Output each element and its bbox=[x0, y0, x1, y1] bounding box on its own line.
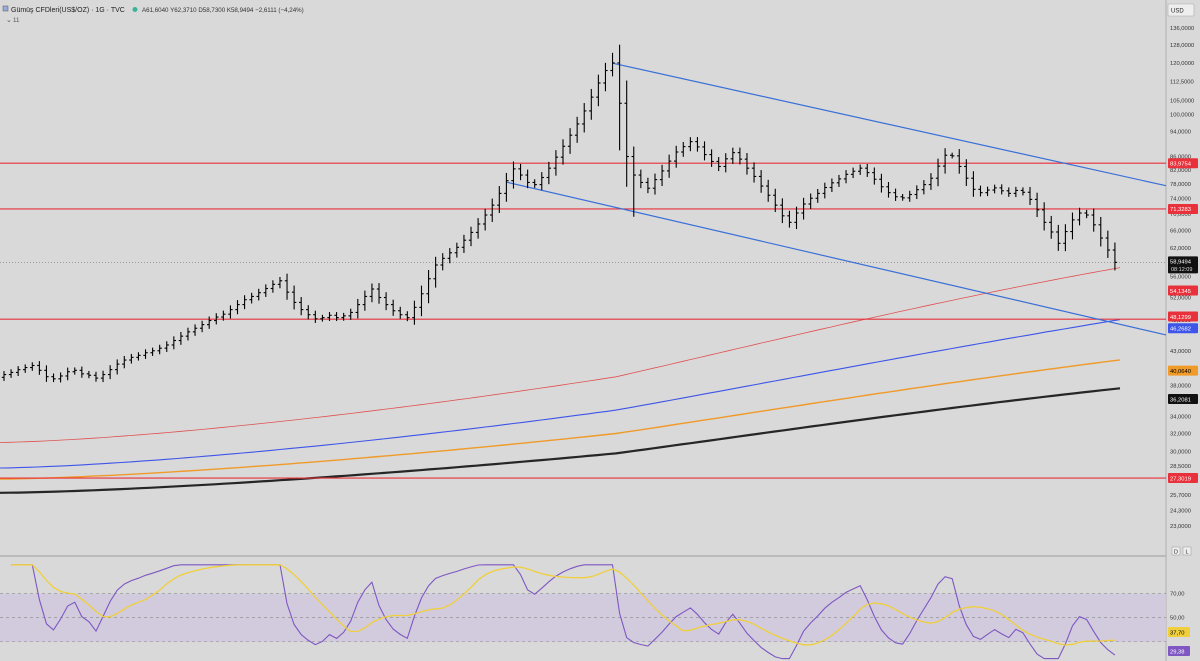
y-tick-label-24: 112,5000 bbox=[1170, 79, 1194, 85]
y-tick-label-4: 28,5000 bbox=[1170, 464, 1191, 470]
y-tick-label-18: 78,0000 bbox=[1170, 182, 1191, 188]
y-tick-label-7: 34,0000 bbox=[1170, 415, 1191, 421]
y-tick-label-15: 66,0000 bbox=[1170, 229, 1191, 235]
ma-orange-badge-text: 40,0640 bbox=[1170, 369, 1191, 375]
y-tick-label-10: 43,0000 bbox=[1170, 349, 1191, 355]
rsi-badge-text: 29,38 bbox=[1170, 650, 1185, 656]
market-status-icon bbox=[132, 7, 138, 12]
y-tick-label-12: 52,0000 bbox=[1170, 296, 1191, 302]
rsi-tick-label-0: 70,00 bbox=[1170, 592, 1185, 598]
ma-thin-badge-text: 54,1345 bbox=[1170, 289, 1191, 295]
header-title: Gümüş CFDleri(US$/OZ) · 1G · TVC bbox=[11, 7, 125, 14]
y-tick-label-1: 24,3000 bbox=[1170, 509, 1191, 515]
y-tick-label-2: 25,7000 bbox=[1170, 493, 1191, 499]
rsi-ma-badge-text: 37,70 bbox=[1170, 631, 1185, 637]
support-badge-2-text: 48,1299 bbox=[1170, 315, 1191, 321]
price-badge-text: 58,9494 bbox=[1170, 259, 1192, 265]
chart-background bbox=[0, 0, 1200, 661]
header-subtitle: 11 bbox=[13, 17, 20, 24]
y-tick-label-27: 136,0000 bbox=[1170, 26, 1194, 32]
y-tick-label-9: 38,0000 bbox=[1170, 383, 1191, 389]
support-badge-0-text: 83,9754 bbox=[1170, 162, 1192, 168]
y-tick-label-6: 32,0000 bbox=[1170, 432, 1191, 438]
y-tick-label-17: 74,0000 bbox=[1170, 197, 1191, 203]
y-tick-label-25: 120,0000 bbox=[1170, 61, 1194, 67]
auto-scale-label: D bbox=[1174, 550, 1178, 556]
y-tick-label-14: 62,0000 bbox=[1170, 246, 1191, 252]
ma-blue-badge-text: 46,2682 bbox=[1170, 327, 1191, 333]
y-tick-label-0: 23,0000 bbox=[1170, 524, 1191, 530]
y-tick-label-13: 56,0000 bbox=[1170, 275, 1191, 281]
support-badge-3-text: 27,3019 bbox=[1170, 476, 1191, 482]
symbol-icon bbox=[2, 5, 9, 12]
chart-root: Gümüş CFDleri(US$/OZ) · 1G · TVC A61,6040… bbox=[0, 0, 1200, 661]
y-tick-label-21: 94,0000 bbox=[1170, 130, 1191, 136]
y-tick-label-22: 100,0000 bbox=[1170, 112, 1194, 118]
support-badge-1-text: 71,3283 bbox=[1170, 207, 1191, 213]
y-tick-label-5: 30,0000 bbox=[1170, 450, 1191, 456]
header-ohlc: A61,6040 Y62,3710 D58,7300 K58,9494 −2,6… bbox=[142, 7, 304, 14]
rsi-tick-label-1: 50,00 bbox=[1170, 616, 1185, 622]
log-scale-label: L bbox=[1186, 550, 1189, 556]
y-tick-label-19: 82,0000 bbox=[1170, 168, 1191, 174]
collapse-chevron-icon: ⌄ bbox=[6, 17, 12, 24]
ma-black-badge-text: 36,2081 bbox=[1170, 397, 1191, 403]
price-chart[interactable]: Gümüş CFDleri(US$/OZ) · 1G · TVC A61,6040… bbox=[0, 0, 1200, 661]
countdown-text: 08:12:09 bbox=[1171, 267, 1192, 273]
y-tick-label-26: 128,0000 bbox=[1170, 43, 1194, 49]
currency-label: USD bbox=[1171, 9, 1184, 15]
y-tick-label-23: 105,0000 bbox=[1170, 99, 1194, 105]
